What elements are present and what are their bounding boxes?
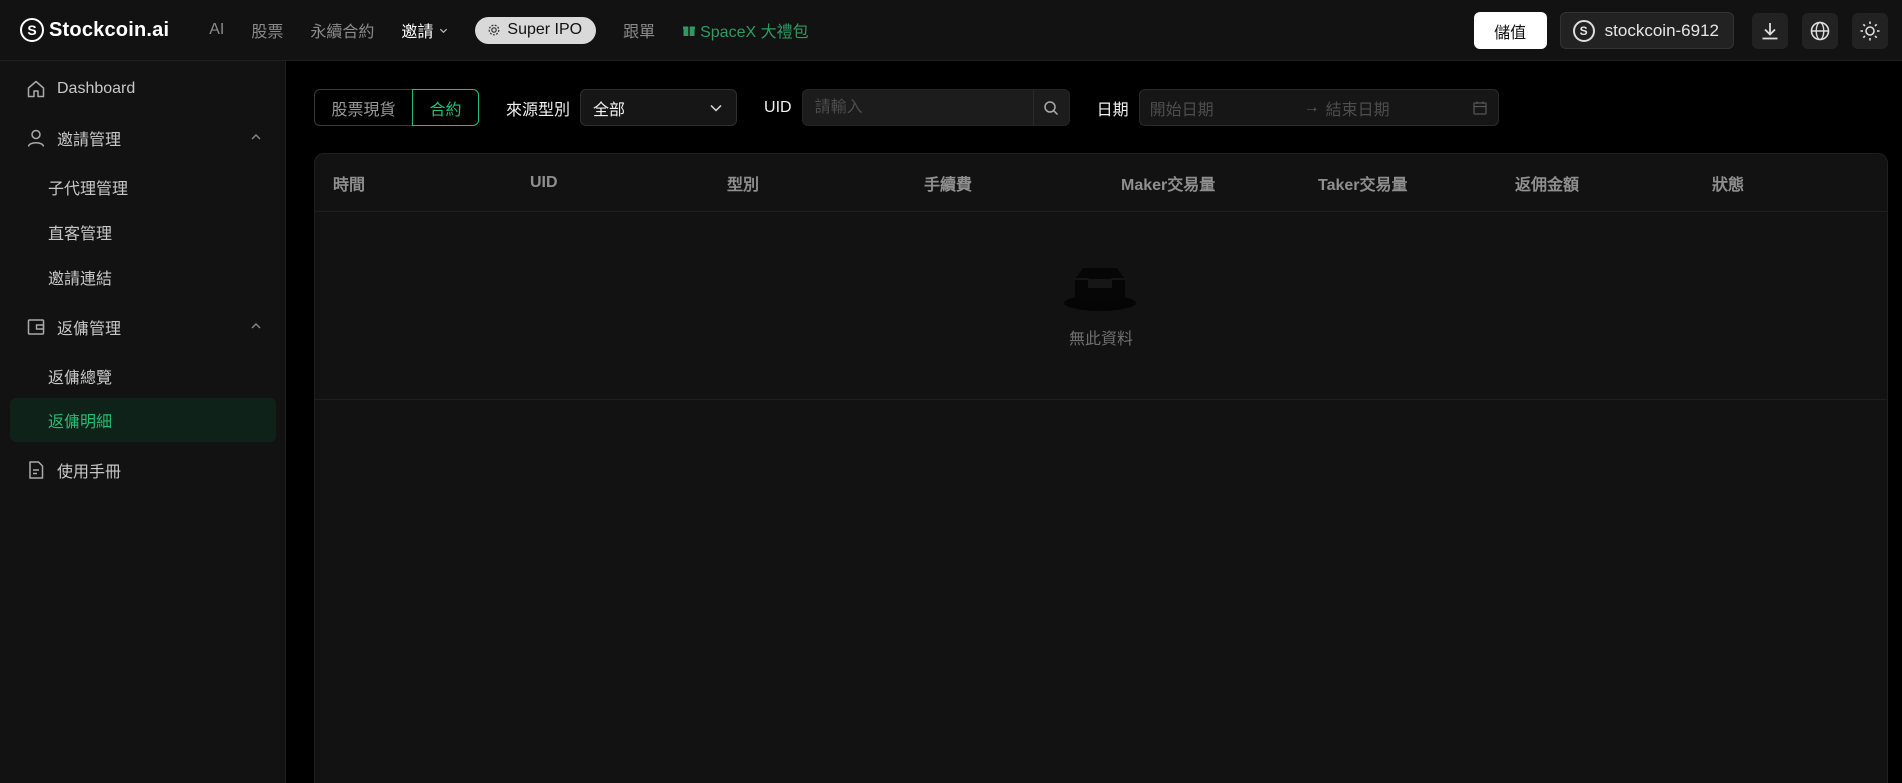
nav-ai[interactable]: AI — [209, 21, 224, 39]
sidebar-item-manual[interactable]: 使用手冊 — [18, 448, 276, 492]
nav-spacex-gift[interactable]: SpaceX 大禮包 — [682, 18, 809, 42]
empty-state-text: 無此資料 — [1068, 331, 1133, 348]
globe-icon — [1810, 21, 1830, 40]
wallet-icon — [25, 316, 47, 338]
download-button[interactable] — [1752, 12, 1788, 49]
sidebar-item-dashboard[interactable]: Dashboard — [18, 67, 276, 111]
date-range-picker: 開始日期 → 結束日期 — [1138, 89, 1499, 126]
chevron-up-icon — [251, 134, 261, 140]
uid-search-button[interactable] — [1032, 90, 1069, 125]
table-header: 時間 UID 型別 手續費 Maker交易量 Taker交易量 返佣金額 狀態 — [315, 154, 1887, 212]
nav-spacex-gift-label: SpaceX 大禮包 — [700, 24, 809, 41]
super-ipo-button[interactable]: Super IPO — [475, 16, 597, 44]
nav-invite[interactable]: 邀請 — [401, 18, 448, 42]
account-logo-icon: S — [1572, 19, 1595, 42]
calendar-icon[interactable] — [1472, 100, 1488, 116]
logo-mark-icon: S — [20, 18, 44, 42]
gift-icon — [683, 26, 696, 36]
column-header-fee: 手續費 — [924, 177, 973, 194]
logo-text: Stockcoin.ai — [49, 18, 170, 41]
logo[interactable]: S Stockcoin.ai — [20, 0, 169, 61]
sidebar-item-sub-agents[interactable]: 子代理管理 — [10, 165, 276, 209]
column-header-uid: UID — [530, 174, 558, 191]
sidebar-item-label: Dashboard — [57, 80, 136, 97]
chevron-up-icon — [251, 323, 261, 329]
date-label: 日期 — [1096, 101, 1129, 119]
language-button[interactable] — [1802, 12, 1838, 49]
sidebar-item-label: 邀請管理 — [57, 132, 122, 149]
sidebar-group-rebate[interactable]: 返傭管理 — [18, 305, 276, 349]
account-name: stockcoin-6912 — [1604, 20, 1719, 40]
sidebar-group-invite[interactable]: 邀請管理 — [18, 116, 276, 160]
column-header-maker-volume: Maker交易量 — [1121, 177, 1216, 194]
source-type-label: 來源型別 — [506, 101, 571, 119]
column-header-rebate-amount: 返佣金額 — [1515, 177, 1580, 194]
topbar-actions: 儲值 S stockcoin-6912 — [1473, 0, 1902, 61]
column-header-status: 狀態 — [1712, 177, 1745, 194]
rebate-details-table: 時間 UID 型別 手續費 Maker交易量 Taker交易量 返佣金額 狀態 … — [314, 153, 1888, 783]
start-date-input[interactable]: 開始日期 — [1150, 96, 1300, 120]
theme-toggle-button[interactable] — [1852, 12, 1888, 49]
column-header-taker-volume: Taker交易量 — [1318, 177, 1408, 194]
end-date-input[interactable]: 結束日期 — [1326, 96, 1472, 120]
nav-invite-label: 邀請 — [401, 24, 434, 41]
sidebar-item-label: 返傭管理 — [57, 321, 122, 338]
deposit-button[interactable]: 儲值 — [1473, 12, 1547, 49]
sidebar-item-rebate-details[interactable]: 返傭明細 — [10, 398, 276, 442]
nav-perpetual[interactable]: 永續合約 — [310, 18, 374, 42]
uid-search-box — [801, 89, 1070, 126]
sidebar-item-label: 使用手冊 — [57, 464, 122, 481]
document-icon — [25, 459, 47, 481]
main-content: 股票現貨 合約 來源型別 全部 UID 日期 開始日期 → 結束日期 時間 UI… — [287, 61, 1902, 783]
home-icon — [25, 78, 47, 100]
range-arrow: → — [1303, 98, 1320, 116]
market-segment-control: 股票現貨 合約 — [314, 89, 479, 126]
main-nav: AI 股票 永續合約 邀請 Super IPO 跟單 SpaceX 大禮包 — [209, 0, 835, 61]
nav-stocks[interactable]: 股票 — [251, 18, 283, 42]
empty-inbox-icon — [1064, 268, 1136, 311]
search-icon — [1044, 100, 1059, 115]
empty-state: 無此資料 — [315, 212, 1887, 400]
column-header-type: 型別 — [727, 177, 760, 194]
chevron-down-icon — [710, 104, 722, 112]
source-type-value: 全部 — [593, 101, 626, 119]
account-button[interactable]: S stockcoin-6912 — [1559, 12, 1734, 49]
sun-icon — [1860, 21, 1880, 40]
filter-bar: 股票現貨 合約 來源型別 全部 UID 日期 開始日期 → 結束日期 — [314, 89, 1499, 126]
uid-label: UID — [764, 98, 792, 116]
sidebar-item-direct-clients[interactable]: 直客管理 — [10, 210, 276, 254]
sidebar-item-rebate-overview[interactable]: 返傭總覽 — [10, 354, 276, 398]
gear-icon — [488, 24, 500, 36]
download-icon — [1762, 22, 1778, 39]
uid-input[interactable] — [802, 90, 1033, 125]
chevron-down-icon — [440, 28, 448, 33]
sidebar: Dashboard 邀請管理 子代理管理 直客管理 邀請連結 返傭管理 返傭總覽… — [0, 61, 286, 783]
super-ipo-label: Super IPO — [507, 21, 583, 38]
nav-copy-trading[interactable]: 跟單 — [623, 18, 655, 42]
segment-contract[interactable]: 合約 — [412, 89, 479, 126]
segment-stock-spot[interactable]: 股票現貨 — [314, 89, 412, 126]
source-type-select[interactable]: 全部 — [580, 89, 738, 126]
sidebar-item-invite-link[interactable]: 邀請連結 — [10, 255, 276, 299]
user-icon — [25, 127, 47, 149]
top-navbar: S Stockcoin.ai AI 股票 永續合約 邀請 Super IPO 跟… — [0, 0, 1902, 61]
column-header-time: 時間 — [333, 177, 366, 194]
